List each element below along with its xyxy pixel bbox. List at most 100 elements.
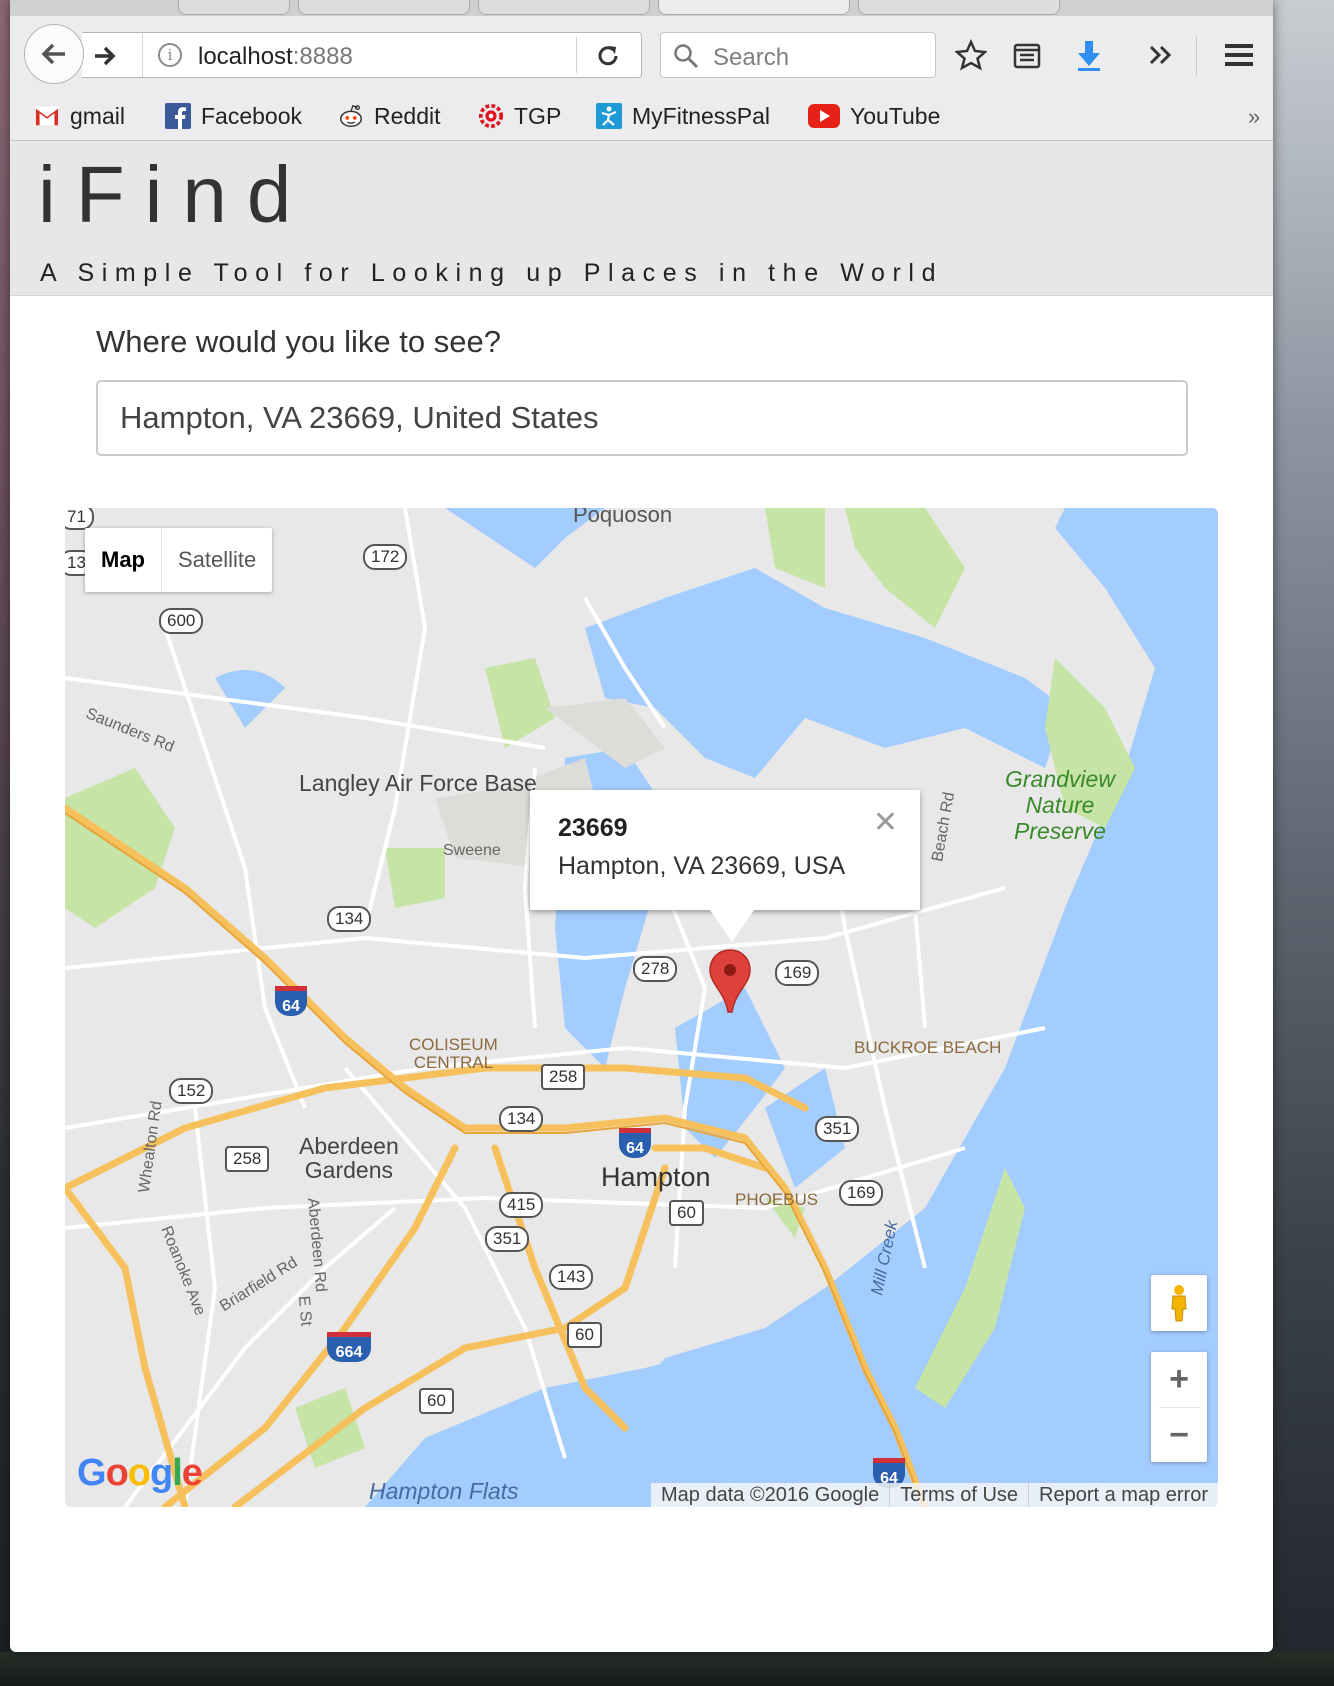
tab-active[interactable] <box>658 0 850 15</box>
reload-icon[interactable] <box>594 42 622 70</box>
route-shield: 351 <box>815 1116 860 1142</box>
route-shield: 143 <box>549 1264 594 1290</box>
tab-strip <box>10 0 1273 16</box>
map-attribution: Map data ©2016 Google Terms of Use Repor… <box>650 1483 1218 1507</box>
myfitnesspal-icon <box>596 103 622 129</box>
route-shield: 600 <box>159 608 204 634</box>
site-subtitle: A Simple Tool for Looking up Places in t… <box>40 259 944 287</box>
map-label-phoebus: PHOEBUS <box>735 1190 819 1209</box>
map-label-coliseum-central: COLISEUM CENTRAL <box>409 1035 498 1072</box>
bookmark-label: YouTube <box>850 102 941 129</box>
reddit-icon <box>338 103 364 129</box>
route-shield: 60 <box>567 1322 602 1348</box>
map-label-hampton-flats: Hampton Flats <box>369 1478 519 1504</box>
map-label-langley: Langley Air Force Base <box>299 770 537 796</box>
info-window-title: 23669 <box>558 814 628 842</box>
location-prompt: Where would you like to see? <box>96 324 501 359</box>
location-input[interactable] <box>96 380 1188 456</box>
route-shield: 152 <box>169 1078 214 1104</box>
report-map-error-link[interactable]: Report a map error <box>1028 1483 1218 1507</box>
url-port: :8888 <box>292 43 353 70</box>
tab[interactable] <box>178 0 290 15</box>
map-label-hampton: Hampton <box>601 1162 711 1192</box>
interstate-shield: 664 <box>327 1332 371 1362</box>
zoom-control: + − <box>1151 1352 1207 1462</box>
google-logo[interactable]: Google <box>77 1452 203 1495</box>
bookmarks-overflow-icon[interactable]: » <box>1248 104 1260 130</box>
route-shield: 169 <box>839 1180 884 1206</box>
interstate-shield: 64 <box>619 1128 651 1158</box>
facebook-icon <box>165 103 191 129</box>
bookmark-gmail[interactable]: gmail <box>34 102 125 130</box>
back-button[interactable] <box>24 24 84 84</box>
route-shield: 278 <box>633 956 678 982</box>
map-label-buckroe-beach: BUCKROE BEACH <box>854 1038 1002 1057</box>
search-icon <box>674 44 699 69</box>
tgp-icon <box>478 103 504 129</box>
url-divider <box>142 33 143 77</box>
youtube-icon <box>808 103 840 129</box>
route-shield: 351 <box>485 1226 530 1252</box>
bookmark-reddit[interactable]: Reddit <box>338 102 440 130</box>
url-bar[interactable]: i localhost:8888 <box>82 32 642 78</box>
route-shield: 134 <box>327 906 372 932</box>
bookmark-label: Reddit <box>374 102 441 129</box>
route-shield: 60 <box>669 1200 704 1226</box>
site-header: iFind A Simple Tool for Looking up Place… <box>10 141 1273 296</box>
bookmark-label: TGP <box>514 102 562 129</box>
search-placeholder: Search <box>713 44 790 71</box>
map-label-sweeney: Sweene <box>443 842 501 859</box>
info-window-address: Hampton, VA 23669, USA <box>558 852 846 880</box>
bookmark-tgp[interactable]: TGP <box>478 102 561 130</box>
route-shield: 258 <box>541 1064 586 1090</box>
route-shield: 71 <box>65 508 94 530</box>
hamburger-menu-icon[interactable] <box>1222 38 1256 72</box>
bookmark-label: MyFitnessPal <box>632 102 771 129</box>
route-shield: 60 <box>419 1388 454 1414</box>
map-label-aberdeen-gardens: Aberdeen Gardens <box>299 1133 399 1183</box>
toolbar-separator <box>1196 36 1197 76</box>
bookmarks-toolbar: gmail Facebook Reddit TGP MyFitnessPal Y… <box>10 90 1273 141</box>
location-marker-icon[interactable] <box>707 948 753 1014</box>
bookmark-myfitnesspal[interactable]: MyFitnessPal <box>596 102 770 130</box>
back-arrow-icon <box>41 43 65 65</box>
tab[interactable] <box>478 0 650 15</box>
bookmark-label: Facebook <box>201 102 303 129</box>
map-data-attribution[interactable]: Map data ©2016 Google <box>651 1483 889 1507</box>
bookmark-youtube[interactable]: YouTube <box>808 102 940 130</box>
overflow-chevron-icon[interactable] <box>1144 38 1178 72</box>
bookmark-star-icon[interactable] <box>954 38 988 72</box>
route-shield: 169 <box>775 960 820 986</box>
terms-of-use-link[interactable]: Terms of Use <box>889 1483 1028 1507</box>
interstate-shield: 64 <box>275 986 307 1016</box>
bookmark-facebook[interactable]: Facebook <box>165 102 302 130</box>
browser-window: i localhost:8888 Search gmail Facebook R… <box>10 0 1273 1652</box>
map-label-e-st: E St <box>294 1295 315 1327</box>
download-icon[interactable] <box>1072 38 1106 72</box>
map-label-grandview: Grandview Nature Preserve <box>1005 766 1115 844</box>
tab[interactable] <box>858 0 1060 15</box>
map-view[interactable]: Langley Air Force Base Sweene Poquoson G… <box>65 508 1218 1507</box>
url-host: localhost <box>198 43 293 70</box>
url-text[interactable]: localhost:8888 <box>198 43 353 71</box>
forward-icon[interactable] <box>92 43 118 69</box>
route-shield: 134 <box>499 1106 544 1132</box>
search-bar[interactable]: Search <box>660 32 936 78</box>
gmail-icon <box>34 103 60 129</box>
bookmark-label: gmail <box>70 102 125 129</box>
close-icon[interactable]: ✕ <box>873 808 898 838</box>
zoom-in-button[interactable]: + <box>1159 1352 1199 1408</box>
zoom-out-button[interactable]: − <box>1151 1408 1207 1463</box>
map-type-map-button[interactable]: Map <box>85 528 162 592</box>
tab[interactable] <box>298 0 470 15</box>
site-info-icon[interactable]: i <box>158 43 182 67</box>
street-view-pegman-icon[interactable] <box>1151 1275 1207 1331</box>
route-shield: 258 <box>225 1146 270 1172</box>
map-type-control: Map Satellite <box>85 528 273 592</box>
map-type-satellite-button[interactable]: Satellite <box>162 528 272 592</box>
map-label-poquoson: Poquoson <box>573 508 673 527</box>
info-window: 23669 Hampton, VA 23669, USA ✕ <box>530 790 920 942</box>
url-divider <box>576 37 577 73</box>
route-shield: 415 <box>499 1192 544 1218</box>
reading-list-icon[interactable] <box>1010 38 1044 72</box>
